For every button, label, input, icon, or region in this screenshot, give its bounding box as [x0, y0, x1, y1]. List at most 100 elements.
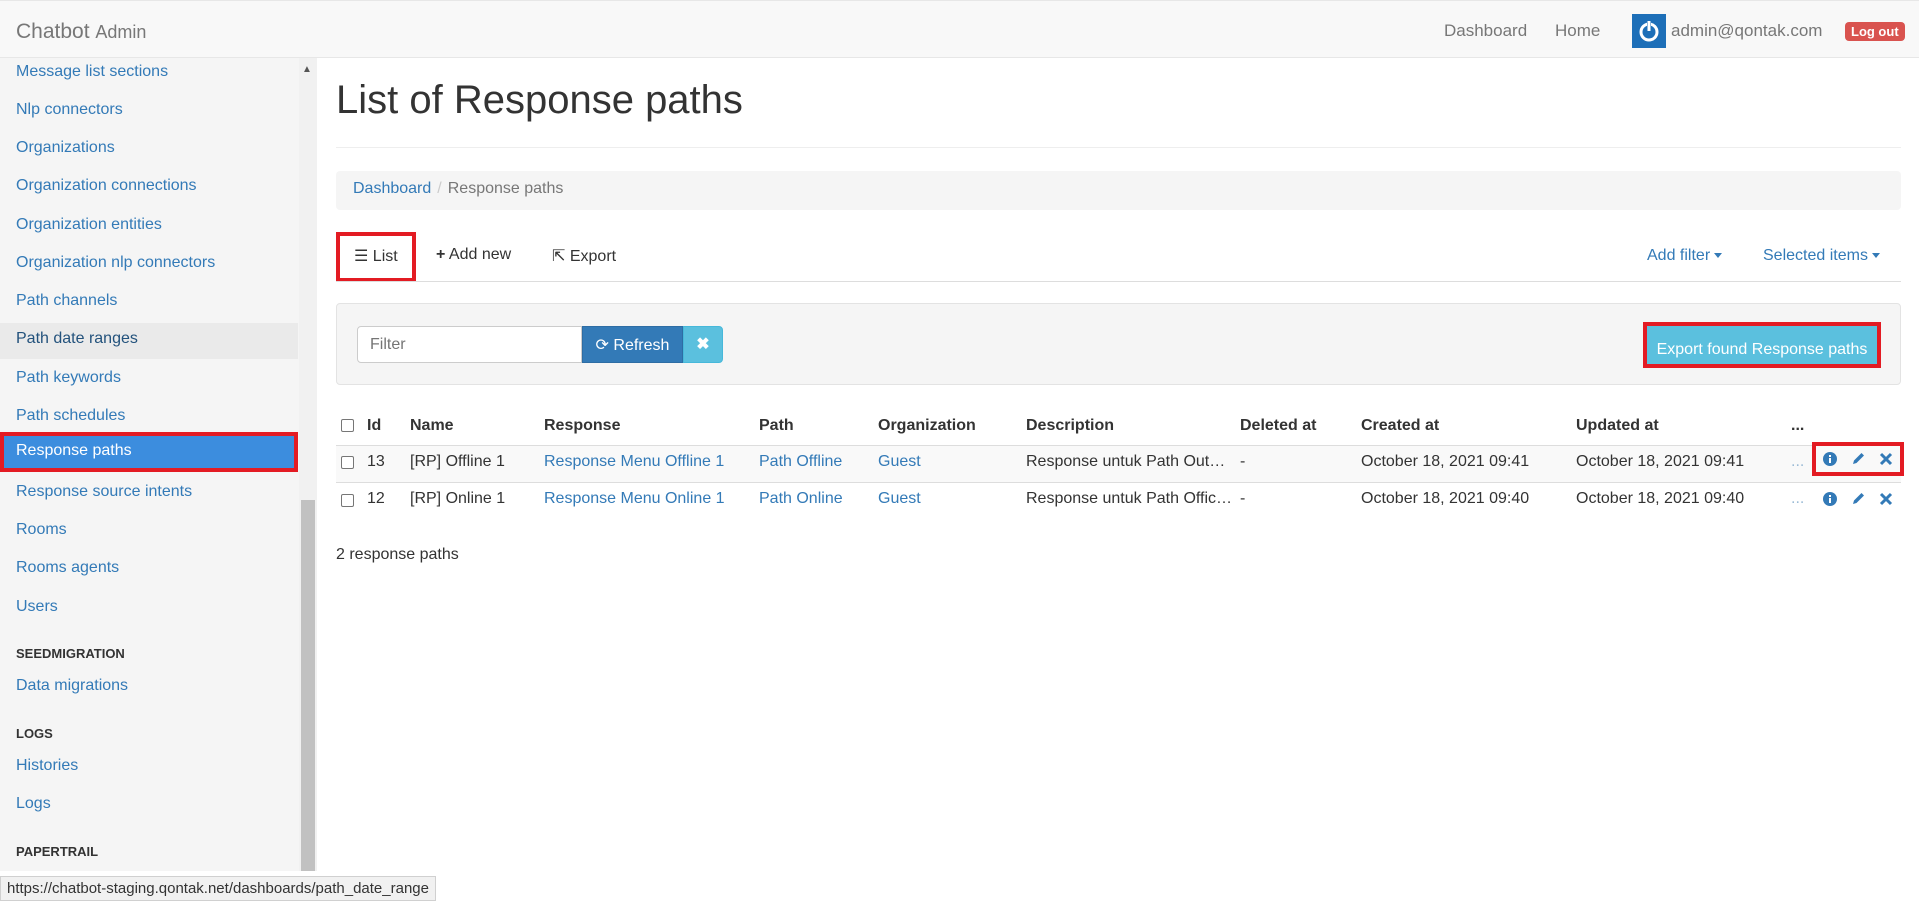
sidebar-item-message-list-sections[interactable]: Message list sections [0, 56, 298, 92]
breadcrumb-current: Response paths [447, 180, 564, 197]
brand-subtitle: Admin [95, 22, 147, 42]
page-title: List of Response paths [336, 78, 743, 122]
sidebar-scrollbar-thumb[interactable] [301, 500, 315, 871]
sidebar-section-logs: LOGS [16, 726, 53, 741]
cell-created-at: October 18, 2021 09:40 [1361, 490, 1530, 507]
info-icon[interactable] [1822, 451, 1838, 467]
filter-input[interactable] [357, 326, 582, 363]
sidebar-item-data-migrations[interactable]: Data migrations [0, 670, 298, 706]
sidebar-item-path-date-ranges[interactable]: Path date ranges [0, 323, 298, 359]
cell-path-link[interactable]: Path Offline [759, 453, 842, 471]
row-actions [1812, 442, 1904, 476]
cell-id: 13 [367, 453, 385, 470]
cell-more[interactable]: ... [1791, 490, 1804, 508]
column-header-description[interactable]: Description [1026, 417, 1114, 435]
sidebar: Message list sections Nlp connectors Org… [0, 58, 299, 871]
column-header-organization[interactable]: Organization [878, 417, 976, 435]
sidebar-section-papertrail: PAPERTRAIL [16, 844, 99, 859]
breadcrumb-dashboard-link[interactable]: Dashboard [353, 180, 431, 197]
cell-deleted-at: - [1240, 453, 1246, 470]
sidebar-item-histories[interactable]: Histories [0, 750, 298, 786]
cell-response-link[interactable]: Response Menu Online 1 [544, 490, 725, 508]
cell-more[interactable]: ... [1791, 453, 1804, 471]
status-bar-url: https://chatbot-staging.qontak.net/dashb… [0, 876, 436, 901]
sidebar-item-logs[interactable]: Logs [0, 788, 298, 824]
sidebar-item-organization-entities[interactable]: Organization entities [0, 209, 298, 245]
column-header-path[interactable]: Path [759, 417, 794, 435]
cell-organization-link[interactable]: Guest [878, 453, 921, 471]
sidebar-item-users[interactable]: Users [0, 591, 298, 627]
cell-description: Response untuk Path Offic… [1026, 490, 1233, 507]
sidebar-section-seedmigration: SEEDMIGRATION [16, 646, 125, 661]
tab-export-label: Export [569, 248, 617, 265]
sidebar-item-organization-connections[interactable]: Organization connections [0, 170, 298, 206]
tab-add-new-label: Add new [448, 246, 512, 263]
pencil-icon[interactable] [1850, 451, 1866, 467]
scroll-up-arrow-icon[interactable]: ▲ [302, 64, 312, 75]
column-header-response[interactable]: Response [544, 417, 620, 435]
nav-home-link[interactable]: Home [1555, 21, 1600, 41]
breadcrumb-separator: / [437, 180, 442, 197]
row-checkbox[interactable] [341, 494, 354, 507]
cell-name: [RP] Online 1 [410, 490, 506, 507]
tab-export[interactable]: ⇱ Export [535, 232, 633, 282]
nav-dashboard-link[interactable]: Dashboard [1444, 21, 1527, 41]
column-header-more: ... [1791, 417, 1805, 434]
sidebar-item-organizations[interactable]: Organizations [0, 132, 298, 168]
brand-logo[interactable]: Chatbot Admin [16, 20, 146, 44]
column-header-created-at[interactable]: Created at [1361, 417, 1439, 435]
brand-name: Chatbot [16, 20, 90, 43]
sidebar-item-organization-nlp-connectors[interactable]: Organization nlp connectors [0, 247, 298, 283]
pencil-icon[interactable] [1850, 491, 1866, 507]
refresh-icon: ⟳ [595, 336, 609, 354]
column-header-updated-at[interactable]: Updated at [1576, 417, 1659, 435]
refresh-button[interactable]: ⟳ Refresh [582, 326, 683, 363]
sidebar-item-nlp-connectors[interactable]: Nlp connectors [0, 94, 298, 130]
row-checkbox[interactable] [341, 456, 354, 469]
selected-items-label: Selected items [1763, 247, 1868, 264]
result-count: 2 response paths [336, 546, 459, 563]
selected-items-dropdown[interactable]: Selected items [1763, 247, 1880, 265]
close-icon: ✖ [696, 336, 710, 353]
column-header-id[interactable]: Id [367, 417, 381, 435]
export-found-button[interactable]: Export found Response paths [1643, 322, 1881, 368]
tab-add-new[interactable]: + Add new [419, 232, 528, 282]
sidebar-item-response-paths[interactable]: Response paths [0, 432, 298, 472]
cell-name: [RP] Offline 1 [410, 453, 505, 470]
share-icon: ⇱ [552, 248, 566, 265]
title-divider [336, 147, 1901, 148]
list-icon: ☰ [354, 248, 369, 265]
add-filter-dropdown[interactable]: Add filter [1647, 247, 1723, 265]
column-header-name[interactable]: Name [410, 417, 454, 435]
row-actions [1822, 491, 1894, 507]
refresh-label: Refresh [613, 336, 670, 354]
column-header-deleted-at[interactable]: Deleted at [1240, 417, 1316, 435]
logout-button[interactable]: Log out [1845, 22, 1905, 41]
sidebar-item-rooms-agents[interactable]: Rooms agents [0, 552, 298, 588]
sidebar-item-path-keywords[interactable]: Path keywords [0, 362, 298, 398]
caret-down-icon [1871, 253, 1880, 259]
tab-list-label: List [372, 248, 398, 265]
cell-organization-link[interactable]: Guest [878, 490, 921, 508]
cell-updated-at: October 18, 2021 09:41 [1576, 453, 1745, 470]
sidebar-item-path-channels[interactable]: Path channels [0, 285, 298, 321]
user-email[interactable]: admin@qontak.com [1671, 21, 1822, 41]
breadcrumb: Dashboard / Response paths [336, 171, 1901, 210]
delete-icon[interactable] [1878, 491, 1894, 507]
delete-icon[interactable] [1878, 451, 1894, 467]
tab-list[interactable]: ☰ List [336, 232, 416, 282]
info-icon[interactable] [1822, 491, 1838, 507]
cell-response-link[interactable]: Response Menu Offline 1 [544, 453, 724, 471]
sidebar-item-path-schedules[interactable]: Path schedules [0, 400, 298, 436]
caret-down-icon [1714, 253, 1723, 259]
cell-description: Response untuk Path Out… [1026, 453, 1226, 470]
sidebar-item-rooms[interactable]: Rooms [0, 514, 298, 550]
sidebar-item-response-source-intents[interactable]: Response source intents [0, 476, 298, 512]
select-all-checkbox[interactable] [341, 419, 354, 432]
cell-path-link[interactable]: Path Online [759, 490, 843, 508]
clear-filter-button[interactable]: ✖ [683, 326, 723, 363]
user-avatar[interactable] [1632, 14, 1666, 48]
cell-deleted-at: - [1240, 490, 1246, 507]
cell-created-at: October 18, 2021 09:41 [1361, 453, 1530, 470]
add-filter-label: Add filter [1647, 247, 1711, 264]
